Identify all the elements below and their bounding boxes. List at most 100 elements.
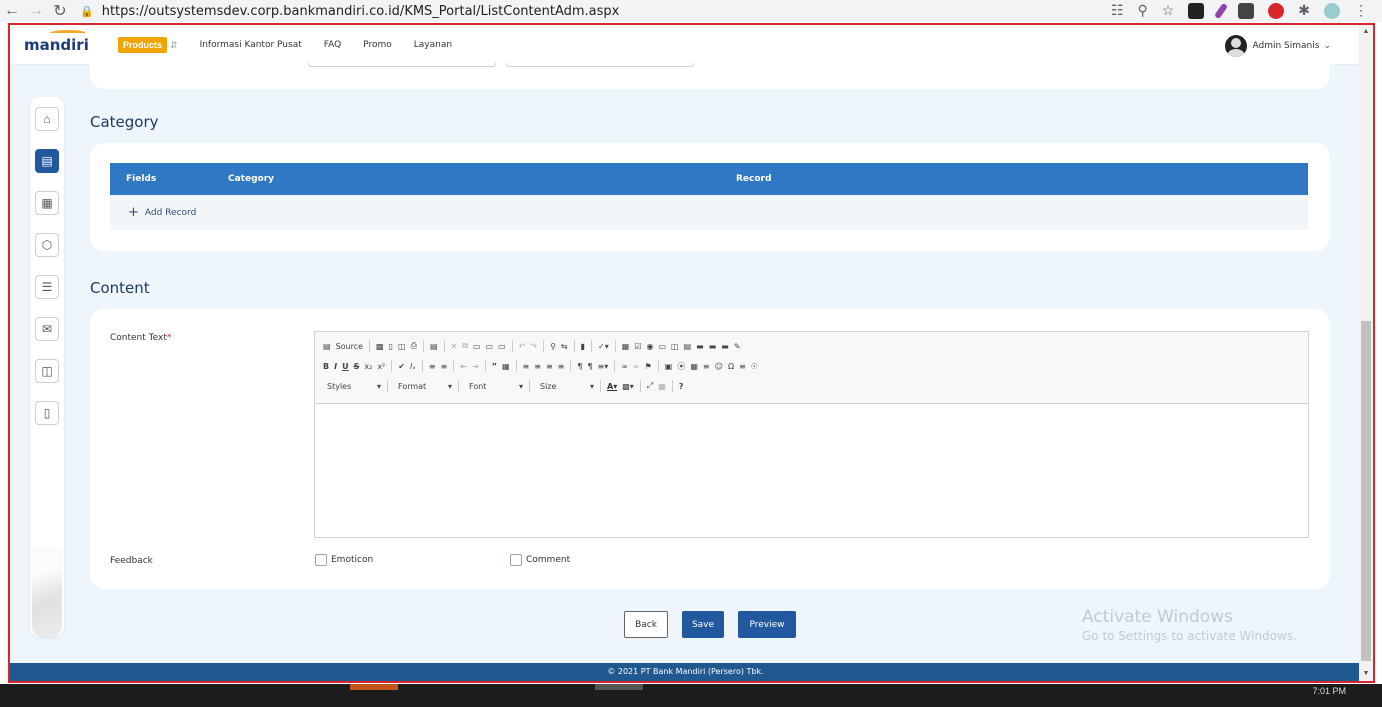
find-icon[interactable]: ⚲ (550, 342, 556, 351)
radio-tool-icon[interactable]: ◉ (646, 342, 653, 351)
emoticon-checkbox-box[interactable] (315, 554, 327, 566)
nav-layanan[interactable]: Layanan (414, 40, 452, 50)
format-dropdown[interactable]: Format ▾ (394, 382, 452, 391)
iframe-icon[interactable]: ☉ (751, 362, 758, 371)
special-char-icon[interactable]: Ω (728, 362, 734, 371)
chat-extension-icon[interactable] (1238, 2, 1255, 19)
bold-icon[interactable]: B (323, 362, 329, 371)
indent-icon[interactable]: ⇥ (472, 362, 479, 371)
source-icon[interactable]: ▤ (323, 342, 331, 351)
sidebar-item-dashboard[interactable]: ▦ (35, 191, 59, 215)
taskbar-app[interactable] (595, 684, 643, 690)
preview-button[interactable]: Preview (738, 611, 796, 638)
strikethrough-icon[interactable]: S (354, 362, 360, 371)
kebab-menu-icon[interactable]: ⋮ (1354, 2, 1368, 19)
textfield-icon[interactable]: ▭ (658, 342, 666, 351)
remove-format-icon[interactable]: Iₓ (410, 362, 416, 371)
select-tool-icon[interactable]: ▤ (684, 342, 692, 351)
mandiri-logo[interactable]: mandiri (24, 29, 100, 54)
flash-icon[interactable]: ⦿ (677, 361, 685, 372)
align-center-icon[interactable]: ≡ (534, 362, 541, 371)
emoticon-checkbox[interactable]: Emoticon (315, 554, 373, 566)
size-dropdown[interactable]: Size ▾ (536, 382, 594, 391)
language-icon[interactable]: ≡▾ (598, 362, 609, 371)
sidebar-item-content[interactable]: ▤ (35, 149, 59, 173)
sidebar-item-clipboard[interactable]: ▯ (35, 401, 59, 425)
outdent-icon[interactable]: ⇤ (460, 362, 467, 371)
unlink-icon[interactable]: ∞ (633, 362, 640, 371)
image-button-icon[interactable]: ▬ (709, 342, 717, 351)
styles-dropdown[interactable]: Styles ▾ (323, 382, 381, 391)
table-icon[interactable]: ▦ (690, 362, 698, 371)
bookmark-star-icon[interactable]: ☆ (1162, 2, 1175, 19)
undo-icon[interactable]: ↶ (519, 342, 526, 351)
spellcheck-icon[interactable]: ✓▾ (598, 342, 609, 351)
templates-icon[interactable]: ▤ (430, 342, 438, 351)
numbered-list-icon[interactable]: ≡ (429, 362, 436, 371)
sidebar-item-layout[interactable]: ◫ (35, 359, 59, 383)
anchor-flag-icon[interactable]: ⚑ (645, 362, 652, 371)
translate-icon[interactable]: ☷ (1111, 2, 1124, 19)
previous-input-2[interactable] (506, 63, 694, 67)
save-doc-icon[interactable]: ▩ (376, 342, 384, 351)
address-bar[interactable]: 🔒 https://outsystemsdev.corp.bankmandiri… (80, 4, 619, 19)
taskbar-app-active[interactable] (350, 684, 398, 690)
select-all-icon[interactable]: ▮ (581, 342, 585, 351)
url-text[interactable]: https://outsystemsdev.corp.bankmandiri.c… (102, 4, 620, 19)
button-tool-icon[interactable]: ▬ (696, 342, 704, 351)
block-extension-icon[interactable] (1268, 2, 1285, 19)
blockquote-icon[interactable]: ” (492, 362, 497, 371)
subscript-icon[interactable]: x₂ (364, 362, 372, 371)
copy-format-icon[interactable]: ✔ (398, 362, 405, 371)
preview-doc-icon[interactable]: ◫ (398, 342, 406, 351)
font-dropdown[interactable]: Font ▾ (465, 382, 523, 391)
background-color-icon[interactable]: ▩▾ (622, 382, 634, 391)
hidden-field-icon[interactable]: ▬ (721, 342, 729, 351)
forward-arrow-icon[interactable]: → (24, 1, 48, 21)
sidebar-item-products[interactable]: ⬡ (35, 233, 59, 257)
redo-icon[interactable]: ↷ (530, 342, 537, 351)
paste-text-icon[interactable]: ▭ (486, 342, 494, 351)
page-break-icon[interactable]: ≡ (739, 362, 746, 371)
add-record-link[interactable]: Add Record (145, 208, 196, 218)
checkbox-tool-icon[interactable]: ☑ (634, 342, 641, 351)
products-dropdown[interactable]: Products (118, 36, 168, 53)
back-arrow-icon[interactable]: ← (0, 1, 24, 21)
sidebar-item-list[interactable]: ☰ (35, 275, 59, 299)
div-container-icon[interactable]: ▦ (502, 362, 510, 371)
horizontal-line-icon[interactable]: ≡ (703, 362, 710, 371)
reload-icon[interactable]: ↻ (48, 1, 72, 21)
scroll-up-arrow-icon[interactable]: ▲ (1359, 25, 1373, 39)
nav-informasi-kantor-pusat[interactable]: Informasi Kantor Pusat (200, 40, 302, 50)
editor-content-area[interactable] (315, 404, 1308, 537)
profile-avatar-icon[interactable] (1324, 2, 1340, 19)
comment-checkbox-box[interactable] (510, 554, 522, 566)
maximize-icon[interactable]: ⤢ (647, 381, 653, 391)
add-record-row[interactable]: + Add Record (110, 195, 1308, 230)
comment-checkbox[interactable]: Comment (510, 554, 570, 566)
previous-input-1[interactable] (308, 63, 496, 67)
vertical-scrollbar[interactable]: ▲ ▼ (1359, 25, 1373, 681)
paste-word-icon[interactable]: ▭ (498, 342, 506, 351)
underline-icon[interactable]: U (342, 362, 349, 371)
textarea-icon[interactable]: ◫ (671, 342, 679, 351)
sidebar-item-home[interactable]: ⌂ (35, 107, 59, 131)
bulleted-list-icon[interactable]: ≡ (441, 362, 448, 371)
help-icon[interactable]: ? (679, 382, 684, 391)
save-button[interactable]: Save (682, 611, 724, 638)
italic-icon[interactable]: I (334, 362, 337, 371)
image-icon[interactable]: ▣ (665, 362, 673, 371)
extension-icon[interactable] (1188, 2, 1205, 19)
link-icon[interactable]: ∞ (621, 362, 628, 371)
ltr-icon[interactable]: ¶ (577, 362, 582, 371)
align-justify-icon[interactable]: ≡ (558, 362, 565, 371)
scroll-down-arrow-icon[interactable]: ▼ (1359, 667, 1373, 681)
cut-icon[interactable]: ✕ (451, 342, 458, 351)
nav-promo[interactable]: Promo (363, 40, 392, 50)
zoom-icon[interactable]: ⚲ (1137, 2, 1147, 19)
remove-format-tool-icon[interactable]: ✎ (734, 342, 741, 351)
print-icon[interactable]: ⎙ (411, 341, 417, 351)
rtl-icon[interactable]: ¶ (587, 362, 592, 371)
back-button[interactable]: Back (624, 611, 668, 638)
scrollbar-thumb[interactable] (1361, 321, 1371, 661)
